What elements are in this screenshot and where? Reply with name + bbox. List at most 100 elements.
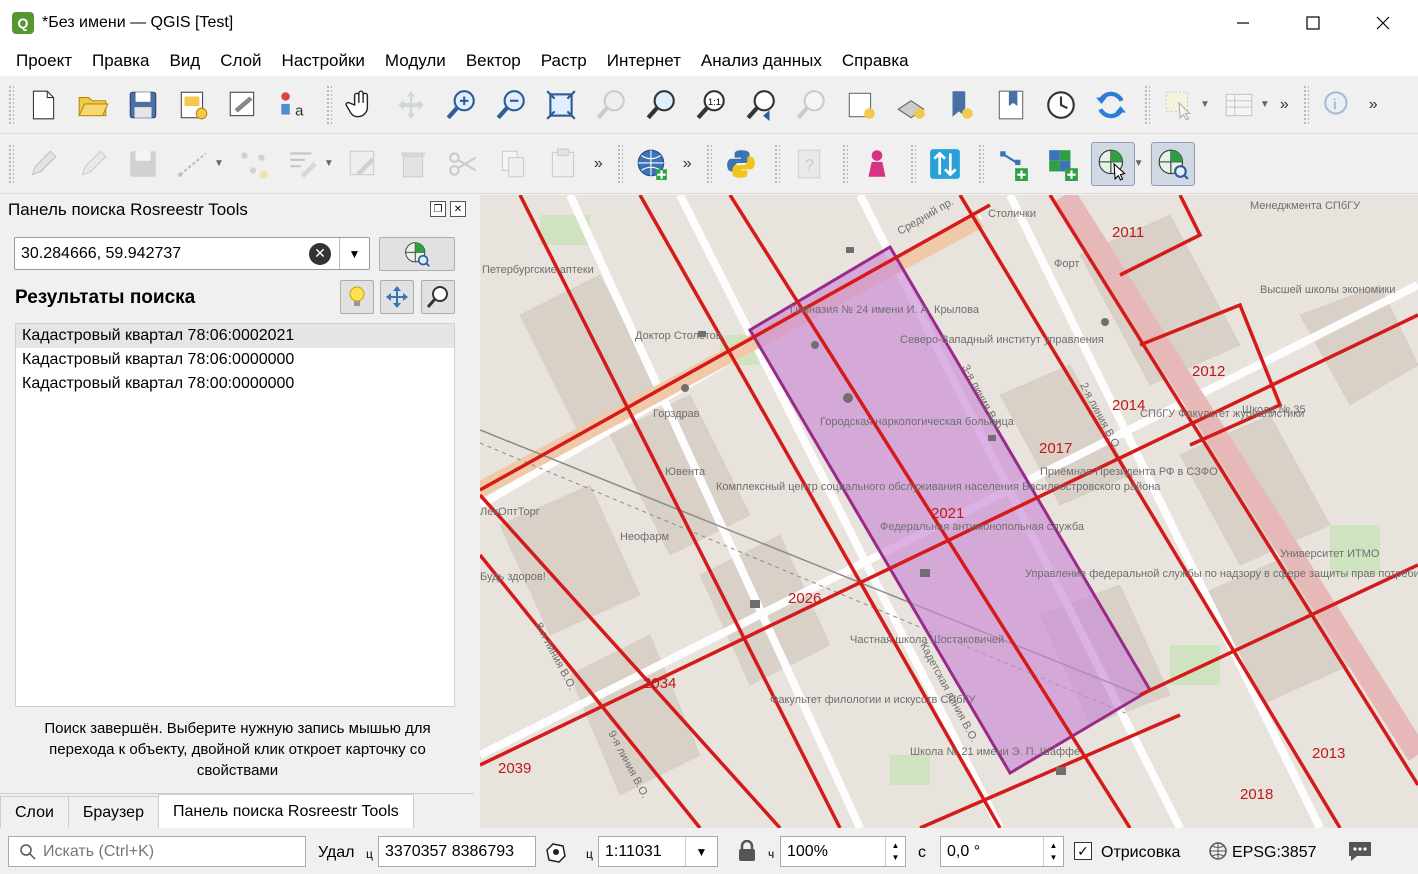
new-map-view-button[interactable] [839,83,883,127]
save-project-button[interactable] [121,83,165,127]
coordinate-search-combobox[interactable]: 30.284666, 59.942737 ✕ ▼ [14,237,370,270]
globe-crs-icon[interactable] [1208,841,1228,861]
zoom-out-button[interactable] [489,83,533,127]
select-features-button[interactable] [1157,83,1201,127]
tab-rosreestr-search[interactable]: Панель поиска Rosreestr Tools [157,794,414,828]
toggle-extents-icon[interactable] [543,838,569,864]
add-wms-layer-button[interactable] [630,142,674,186]
menu-raster[interactable]: Растр [531,46,597,76]
vertex-tool-button[interactable] [231,142,275,186]
pan-map-button[interactable] [339,83,383,127]
zoom-native-button[interactable]: 1:1 [689,83,733,127]
zoom-next-button[interactable] [789,83,833,127]
tab-browser[interactable]: Браузер [67,796,159,828]
coordinate-field[interactable]: 3370357 8386793 [378,836,536,867]
toolbar-grip[interactable] [8,143,14,184]
zoom-full-button[interactable] [539,83,583,127]
lock-icon[interactable] [737,840,757,862]
render-checkbox[interactable]: ✓ [1074,842,1092,860]
spin-arrows-icon[interactable]: ▲ ▼ [1043,837,1063,866]
rosreestr-search-button[interactable] [1150,141,1195,186]
map-canvas[interactable]: 2011 2012 2014 2017 2021 2026 2034 2039 … [480,195,1418,828]
list-item[interactable]: Кадастровый квартал 78:00:0000000 [16,372,454,396]
delete-selected-button[interactable] [391,142,435,186]
scale-combobox[interactable]: 1:11031 ▼ [598,836,718,867]
search-input[interactable]: 30.284666, 59.942737 [15,245,309,263]
toolbar-overflow-icon[interactable]: » [1369,96,1378,114]
toolbar-overflow-icon[interactable]: » [594,155,603,173]
float-panel-button[interactable]: ❐ [430,201,446,217]
zoom-to-layer-button[interactable] [639,83,683,127]
toolbar-grip[interactable] [773,143,780,184]
current-edits-button[interactable] [71,142,115,186]
refresh-button[interactable] [1089,83,1133,127]
toolbar-grip[interactable] [977,143,984,184]
cut-features-button[interactable] [441,142,485,186]
help-button[interactable]: ? [787,142,831,186]
plugin-figure-button[interactable] [855,142,899,186]
dropdown-arrow[interactable]: ▼ [324,158,334,169]
zoom-last-button[interactable] [739,83,783,127]
menu-vector[interactable]: Вектор [456,46,531,76]
copy-features-button[interactable] [491,142,535,186]
layout-manager-button[interactable] [221,83,265,127]
new-project-button[interactable] [21,83,65,127]
new-3d-view-button[interactable] [889,83,933,127]
dropdown-arrow[interactable]: ▼ [1200,99,1210,110]
maximize-button[interactable] [1278,0,1348,46]
python-console-button[interactable] [719,142,763,186]
modify-attributes-button[interactable] [281,142,325,186]
chevron-down-icon[interactable]: ▼ [339,238,369,269]
toolbar-grip[interactable] [8,84,14,125]
style-manager-button[interactable]: a [271,83,315,127]
clear-search-icon[interactable]: ✕ [309,242,331,265]
menu-analysis[interactable]: Анализ данных [691,46,832,76]
locator-search[interactable]: Искать (Ctrl+K) [8,836,306,867]
temporal-controller-button[interactable] [1039,83,1083,127]
zoom-to-selection-button[interactable] [589,83,633,127]
tab-layers[interactable]: Слои [0,796,69,828]
new-bookmark-button[interactable] [939,83,983,127]
identify-button[interactable]: i [1316,83,1360,127]
new-print-layout-button[interactable] [171,83,215,127]
rosreestr-identify-button[interactable] [1090,141,1135,186]
close-panel-button[interactable]: ✕ [450,201,466,217]
edit-attributes-button[interactable] [341,142,385,186]
toolbar-grip[interactable] [616,143,623,184]
toolbar-overflow-icon[interactable]: » [683,155,692,173]
messages-icon[interactable] [1347,839,1373,863]
dropdown-arrow[interactable]: ▼ [1260,99,1270,110]
menu-layer[interactable]: Слой [210,46,271,76]
highlight-button[interactable] [340,280,374,314]
toolbar-grip[interactable] [705,143,712,184]
sort-plugin-button[interactable] [923,142,967,186]
dropdown-arrow[interactable]: ▼ [214,158,224,169]
save-edits-button[interactable] [121,142,165,186]
chevron-down-icon[interactable]: ▼ [685,837,717,866]
toolbar-grip[interactable] [909,143,916,184]
digitize-line-button[interactable] [171,142,215,186]
magnifier-spinbox[interactable]: 100% ▲ ▼ [780,836,906,867]
spin-arrows-icon[interactable]: ▲ ▼ [885,837,905,866]
toolbar-grip[interactable] [841,143,848,184]
menu-settings[interactable]: Настройки [272,46,375,76]
menu-view[interactable]: Вид [159,46,210,76]
list-item[interactable]: Кадастровый квартал 78:06:0002021 [16,324,454,348]
menu-edit[interactable]: Правка [82,46,159,76]
zoom-in-button[interactable] [439,83,483,127]
list-item[interactable]: Кадастровый квартал 78:06:0000000 [16,348,454,372]
toggle-editing-button[interactable] [21,142,65,186]
search-button[interactable] [379,237,455,271]
paste-features-button[interactable] [541,142,585,186]
zoom-to-result-button[interactable] [421,280,455,314]
rotation-spinbox[interactable]: 0,0 ° ▲ ▼ [940,836,1064,867]
menu-help[interactable]: Справка [832,46,919,76]
crs-button[interactable]: EPSG:3857 [1232,844,1317,862]
minimize-button[interactable] [1208,0,1278,46]
menu-plugins[interactable]: Модули [375,46,456,76]
rosreestr-add-layer-button[interactable] [1041,142,1085,186]
menu-web[interactable]: Интернет [597,46,691,76]
show-bookmarks-button[interactable] [989,83,1033,127]
open-project-button[interactable] [71,83,115,127]
toolbar-grip[interactable] [1302,84,1309,125]
